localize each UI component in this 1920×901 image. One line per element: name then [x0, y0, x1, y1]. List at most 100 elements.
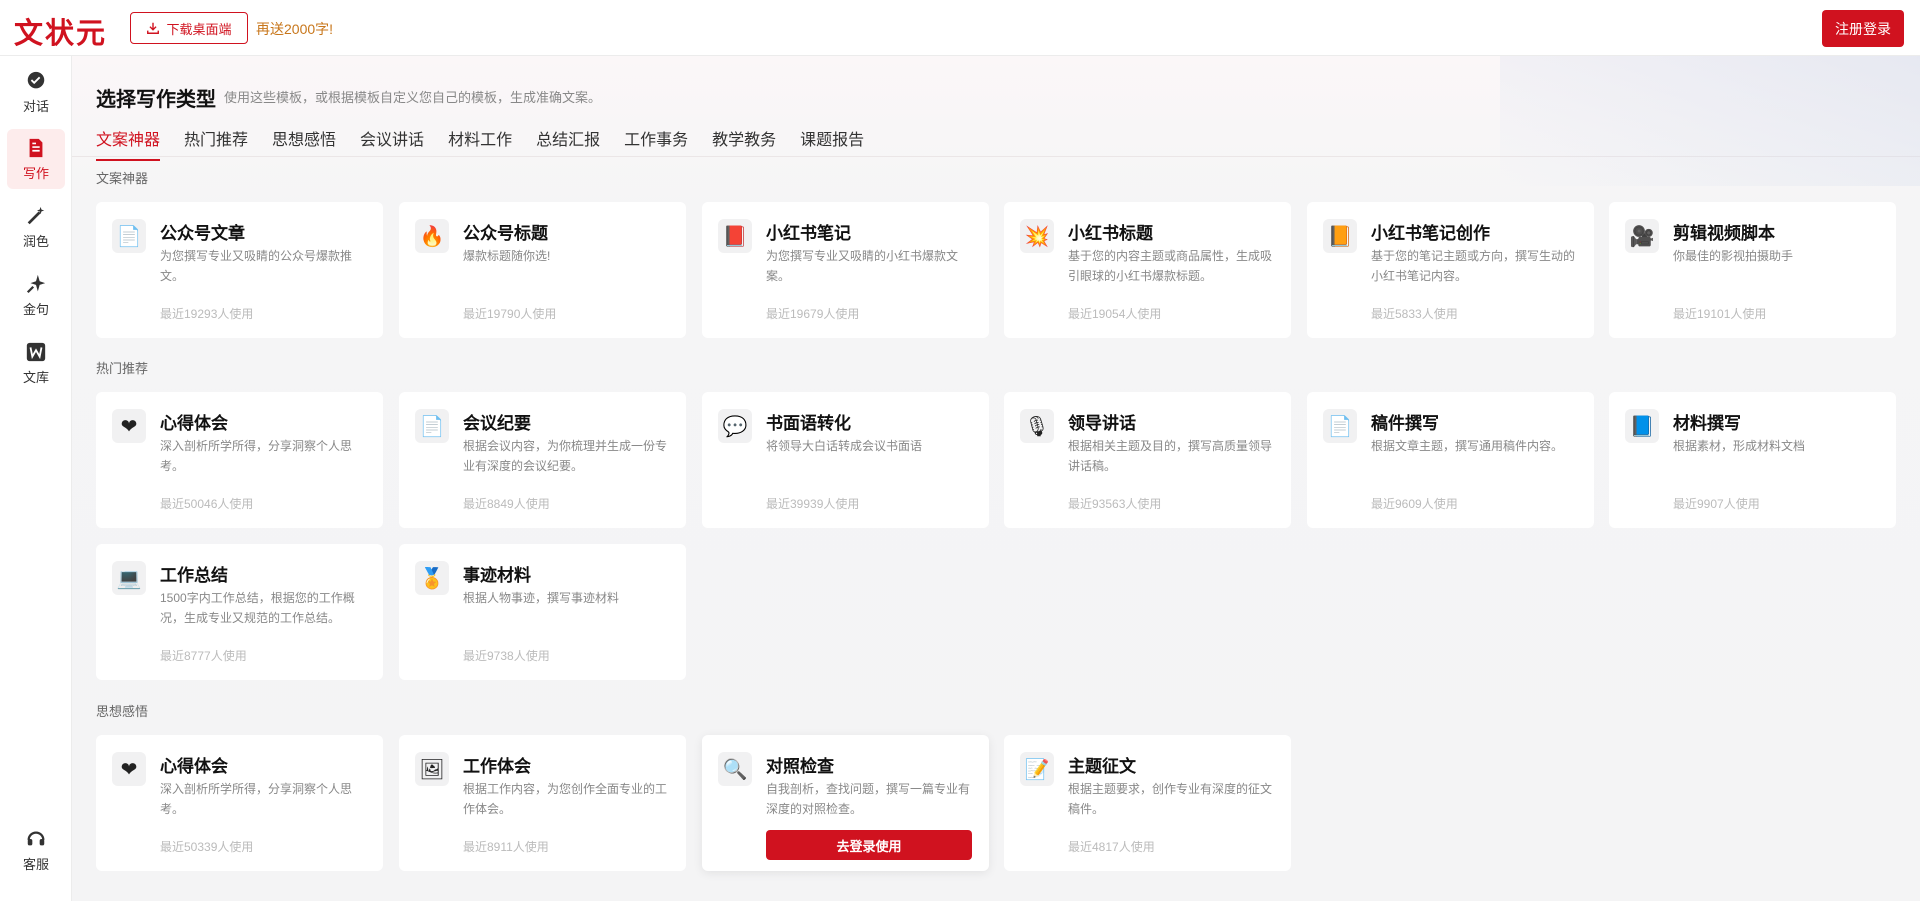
medal-icon: 🏅 [415, 561, 449, 595]
usage-count: 最近19054人使用 [1068, 307, 1162, 321]
template-card[interactable]: ❤ 心得体会深入剖析所学所得，分享洞察个人思考。最近50339人使用 [96, 735, 383, 871]
card-title: 工作体会 [463, 757, 531, 776]
memo-icon: 📝 [1020, 752, 1054, 786]
microphone-icon: 🎙 [1020, 409, 1054, 443]
template-card[interactable]: 💥 小红书标题基于您的内容主题或商品属性，生成吸引眼球的小红书爆款标题。最近190… [1004, 202, 1291, 338]
nav-label: 对话 [22, 98, 49, 114]
download-desktop-button[interactable]: 下载桌面端 [130, 12, 248, 44]
usage-count: 最近39939人使用 [766, 497, 860, 511]
speech-bubble-icon: 💬 [718, 409, 752, 443]
template-card[interactable]: 📄 会议纪要根据会议内容，为你梳理并生成一份专业有深度的会议纪要。最近8849人使… [399, 392, 686, 528]
register-login-button[interactable]: 注册登录 [1822, 10, 1904, 47]
tabs-divider [72, 156, 1920, 157]
card-description: 根据文章主题，撰写通用稿件内容。 [1371, 439, 1564, 453]
sparkle-icon [26, 274, 46, 293]
page-title: 选择写作类型 [96, 89, 216, 111]
nav-item-polish[interactable]: 润色 [7, 197, 65, 257]
card-title: 小红书标题 [1068, 224, 1153, 243]
card-title: 工作总结 [160, 566, 228, 585]
download-icon [147, 22, 160, 34]
card-description: 根据主题要求，创作专业有深度的征文稿件。 [1068, 782, 1273, 816]
card-description: 为您撰写专业又吸睛的公众号爆款推文。 [160, 249, 353, 283]
page-subtitle: 使用这些模板，或根据模板自定义您自己的模板，生成准确文案。 [224, 90, 602, 105]
red-book-icon: 📕 [718, 219, 752, 253]
card-description: 根据相关主题及目的，撰写高质量领导讲话稿。 [1068, 439, 1273, 473]
login-to-use-button[interactable]: 去登录使用 [766, 830, 972, 860]
magnifier-icon: 🔍 [718, 752, 752, 786]
nav-label: 文库 [22, 369, 49, 385]
page-icon: 📄 [112, 219, 146, 253]
card-description: 深入剖析所学所得，分享洞察个人思考。 [160, 782, 353, 816]
nav-item-quotes[interactable]: 金句 [7, 265, 65, 325]
usage-count: 最近19101人使用 [1673, 307, 1767, 321]
card-title: 小红书笔记创作 [1371, 224, 1490, 243]
template-card[interactable]: 📕 小红书笔记为您撰写专业又吸睛的小红书爆款文案。最近19679人使用 [702, 202, 989, 338]
template-card[interactable]: 🎥 剪辑视频脚本 你最佳的影视拍摄助手 最近19101人使用 [1609, 202, 1896, 338]
card-description: 自我剖析，查找问题，撰写一篇专业有深度的对照检查。 [766, 782, 971, 816]
card-description: 基于您的内容主题或商品属性，生成吸引眼球的小红书爆款标题。 [1068, 249, 1273, 283]
nav-item-chat[interactable]: 对话 [7, 62, 65, 122]
fire-icon: 🔥 [415, 219, 449, 253]
template-card[interactable]: 📙 小红书笔记创作 基于您的笔记主题或方向，撰写生动的小红书笔记内容。 最近5833人… [1307, 202, 1594, 338]
card-description: 根据人物事迹，撰写事迹材料 [463, 591, 620, 605]
card-description: 深入剖析所学所得，分享洞察个人思考。 [160, 439, 353, 473]
template-card[interactable]: 📘 材料撰写 根据素材，形成材料文档 最近9907人使用 [1609, 392, 1896, 528]
usage-count: 最近19679人使用 [766, 307, 860, 321]
main-content: 选择写作类型 使用这些模板，或根据模板自定义您自己的模板，生成准确文案。 文案神… [72, 56, 1920, 901]
explosion-icon: 💥 [1020, 219, 1054, 253]
template-card[interactable]: 🖼 工作体会 根据工作内容，为您创作全面专业的工作体会。 最近8911人使用 [399, 735, 686, 871]
section-label: 热门推荐 [96, 361, 149, 376]
nav-label: 润色 [22, 233, 49, 249]
notebook-icon: 📙 [1323, 219, 1357, 253]
promo-text: 再送2000字! [256, 21, 334, 37]
card-description: 根据工作内容，为您创作全面专业的工作体会。 [463, 782, 668, 816]
usage-count: 最近4817人使用 [1068, 840, 1155, 854]
template-card[interactable]: 📄 稿件撰写 根据文章主题，撰写通用稿件内容。 最近9609人使用 [1307, 392, 1594, 528]
template-card[interactable]: 🎙 领导讲话 根据相关主题及目的，撰写高质量领导讲话稿。 最近93563人使用 [1004, 392, 1291, 528]
card-title: 心得体会 [160, 414, 228, 433]
usage-count: 最近9738人使用 [463, 649, 550, 663]
card-title: 对照检查 [766, 757, 834, 776]
top-header: 文状元 下载桌面端 再送2000字! 注册登录 [0, 0, 1920, 56]
page-icon: 📄 [415, 409, 449, 443]
usage-count: 最近93563人使用 [1068, 497, 1162, 511]
template-card[interactable]: 💻 工作总结 1500字内工作总结，根据您的工作概况，生成专业又规范的工作总结。 最近… [96, 544, 383, 680]
template-card[interactable]: 🔍 对照检查自我剖析，查找问题，撰写一篇专业有深度的对照检查。去登录使用 [702, 735, 989, 871]
document-icon [29, 138, 43, 157]
card-title: 主题征文 [1068, 757, 1136, 776]
template-card[interactable]: ❤ 心得体会 深入剖析所学所得，分享洞察个人思考。 最近50046人使用 [96, 392, 383, 528]
usage-count: 最近8849人使用 [463, 497, 550, 511]
card-description: 为您撰写专业又吸睛的小红书爆款文案。 [766, 249, 959, 283]
w-library-icon [26, 342, 46, 361]
heart-icon: ❤ [112, 409, 146, 443]
page-icon: 📄 [1323, 409, 1357, 443]
app-logo[interactable]: 文状元 [14, 10, 107, 52]
card-title: 心得体会 [160, 757, 228, 776]
nav-item-library[interactable]: 文库 [7, 333, 65, 393]
template-card[interactable]: 🔥 公众号标题 爆款标题随你选! 最近19790人使用 [399, 202, 686, 338]
template-card[interactable]: 📄 公众号文章 为您撰写专业又吸睛的公众号爆款推文。 最近19293人使用 [96, 202, 383, 338]
video-camera-icon: 🎥 [1625, 219, 1659, 253]
download-label: 下载桌面端 [166, 21, 232, 37]
usage-count: 最近50339人使用 [160, 840, 254, 854]
usage-count: 最近19790人使用 [463, 307, 557, 321]
section-label: 文案神器 [96, 171, 149, 186]
card-title: 会议纪要 [463, 414, 531, 433]
template-card[interactable]: 💬 书面语转化 将领导大白话转成会议书面语 最近39939人使用 [702, 392, 989, 528]
nav-item-support[interactable]: 客服 [7, 820, 65, 880]
card-description: 基于您的笔记主题或方向，撰写生动的小红书笔记内容。 [1371, 249, 1576, 283]
magic-wand-icon [27, 206, 45, 224]
card-description: 将领导大白话转成会议书面语 [766, 439, 923, 453]
nav-item-write[interactable]: 写作 [7, 129, 65, 189]
usage-count: 最近8911人使用 [463, 840, 549, 854]
heart-icon: ❤ [112, 752, 146, 786]
headset-icon [27, 831, 45, 845]
card-title: 小红书笔记 [766, 224, 851, 243]
blue-book-icon: 📘 [1625, 409, 1659, 443]
card-description: 根据会议内容，为你梳理并生成一份专业有深度的会议纪要。 [463, 439, 668, 473]
template-card[interactable]: 📝 主题征文根据主题要求，创作专业有深度的征文稿件。最近4817人使用 [1004, 735, 1291, 871]
nav-label: 客服 [22, 856, 49, 872]
laptop-icon: 💻 [112, 561, 146, 595]
template-card[interactable]: 🏅 事迹材料 根据人物事迹，撰写事迹材料 最近9738人使用 [399, 544, 686, 680]
side-navigation: 对话 写作 润色 金句 文库 客服 [0, 56, 72, 901]
